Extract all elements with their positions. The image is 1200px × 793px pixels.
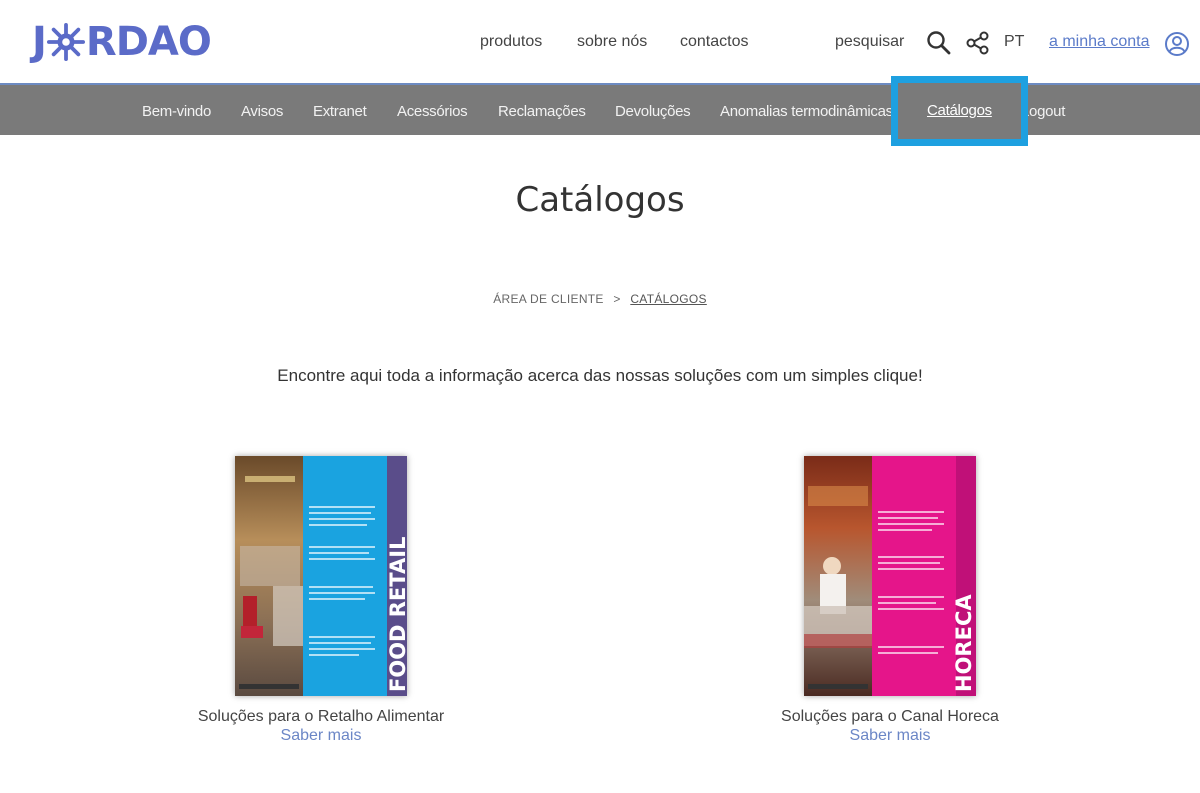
my-account-link-text[interactable]: a minha conta (1049, 33, 1150, 50)
catalog-card-horeca: HORECA Soluções para o Canal Horeca Sabe… (740, 456, 1040, 745)
snowflake-logo-icon (46, 23, 85, 61)
saber-mais-link-food-retail[interactable]: Saber mais (171, 727, 471, 745)
logo-letter-j: J (32, 19, 47, 65)
search-icon[interactable] (926, 30, 952, 56)
navbar-item-acessorios[interactable]: Acessórios (397, 103, 468, 120)
search-label[interactable]: pesquisar (835, 33, 904, 51)
share-icon[interactable] (965, 30, 991, 56)
site-header: J RDAO produtos sobre nós contactos pesq… (0, 0, 1200, 83)
intro-text: Encontre aqui toda a informação acerca d… (277, 366, 923, 385)
breadcrumb-root[interactable]: ÁREA DE CLIENTE (493, 292, 604, 306)
breadcrumb: ÁREA DE CLIENTE > CATÁLOGOS (0, 292, 1200, 306)
cover-label-horeca: HORECA (952, 594, 976, 692)
catalog-cover-horeca[interactable]: HORECA (804, 456, 976, 696)
my-account-link[interactable]: a minha conta (1049, 33, 1150, 51)
saber-mais-link-horeca[interactable]: Saber mais (740, 727, 1040, 745)
navbar-item-catalogos[interactable]: Catálogos (927, 102, 992, 119)
breadcrumb-separator: > (613, 292, 621, 306)
catalog-card-food-retail: FOOD RETAIL Soluções para o Retalho Alim… (171, 456, 471, 745)
active-item-highlight: Catálogos (891, 76, 1028, 146)
navbar-item-bem-vindo[interactable]: Bem-vindo (142, 103, 211, 120)
language-selector[interactable]: PT (1004, 33, 1024, 51)
page-title: Catálogos (515, 180, 685, 220)
navbar-item-devolucoes[interactable]: Devoluções (615, 103, 691, 120)
navbar-item-anomalias[interactable]: Anomalias termodinâmicas (720, 103, 893, 120)
navbar-item-avisos[interactable]: Avisos (241, 103, 283, 120)
nav-sobre-nos[interactable]: sobre nós (577, 33, 647, 51)
nav-contactos[interactable]: contactos (680, 33, 748, 51)
nav-produtos[interactable]: produtos (480, 33, 542, 51)
breadcrumb-current[interactable]: CATÁLOGOS (630, 292, 707, 306)
logo[interactable]: J RDAO (32, 19, 212, 65)
user-circle-icon[interactable] (1164, 31, 1190, 57)
navbar-item-extranet[interactable]: Extranet (313, 103, 367, 120)
navbar-item-reclamacoes[interactable]: Reclamações (498, 103, 586, 120)
catalog-title-food-retail: Soluções para o Retalho Alimentar (197, 708, 445, 725)
catalog-cover-image: FOOD RETAIL (235, 456, 407, 696)
cover-label-food-retail: FOOD RETAIL (386, 537, 407, 692)
logo-letters-rdao: RDAO (85, 19, 212, 65)
catalog-cover-image: HORECA (804, 456, 976, 696)
catalog-cover-food-retail[interactable]: FOOD RETAIL (235, 456, 407, 696)
catalog-title-horeca: Soluções para o Canal Horeca (781, 708, 999, 725)
